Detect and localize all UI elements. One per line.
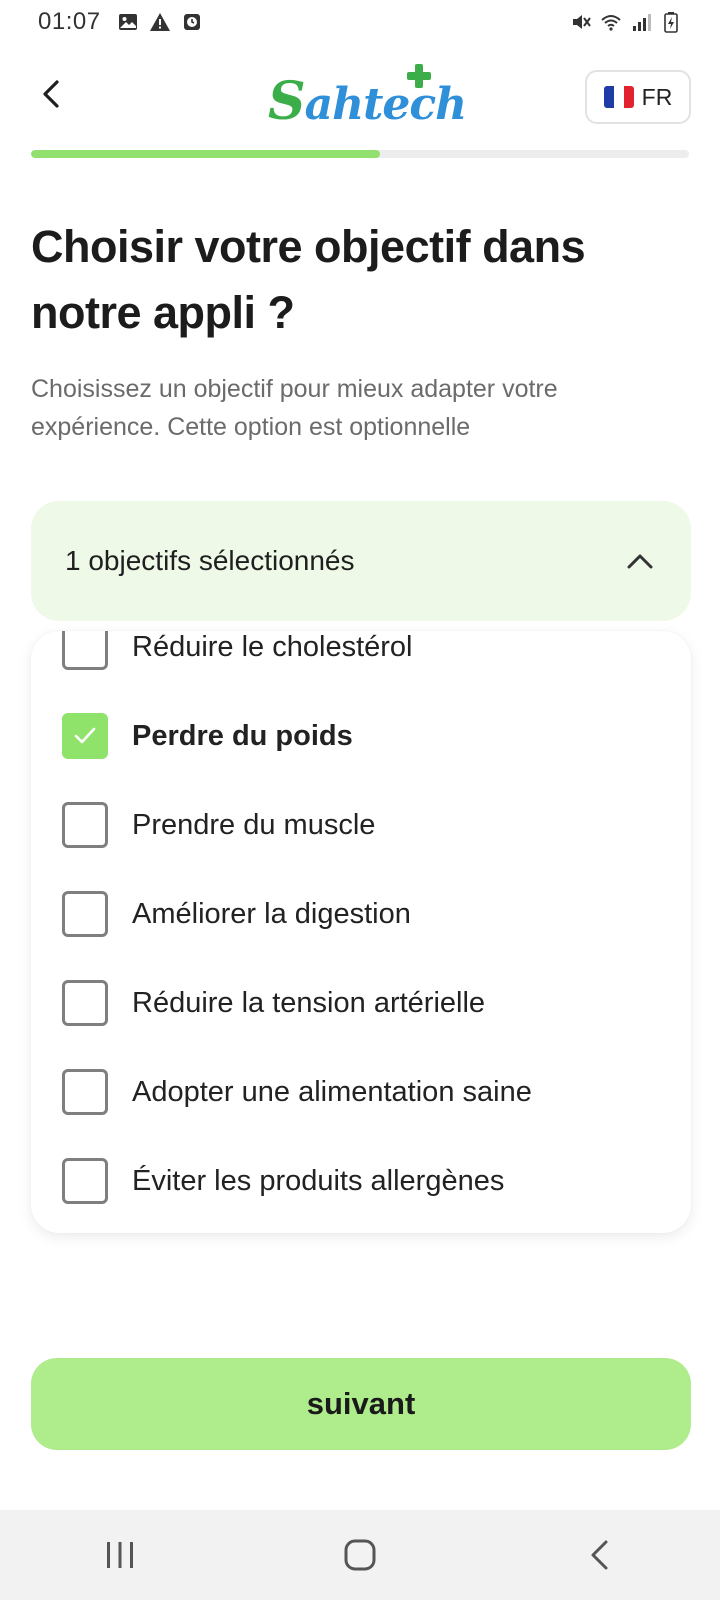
- chevron-up-icon: [627, 554, 653, 569]
- language-code: FR: [641, 83, 673, 110]
- status-bar: 01:07: [0, 0, 720, 44]
- sahtech-logo: Sahtech: [268, 64, 467, 128]
- selected-count-label: 1 objectifs sélectionnés: [65, 545, 355, 576]
- notification-icons: [117, 11, 203, 33]
- option-label: Réduire la tension artérielle: [132, 986, 486, 1019]
- checkmark-icon: [74, 727, 96, 744]
- progress-bar: [31, 150, 689, 158]
- checkbox[interactable]: [62, 891, 108, 937]
- progress-fill: [31, 150, 380, 158]
- recent-apps-icon: [107, 1542, 133, 1568]
- next-button[interactable]: suivant: [31, 1358, 691, 1450]
- option-label: Améliorer la digestion: [132, 897, 411, 930]
- recent-apps-button[interactable]: [75, 1520, 165, 1590]
- status-time: 01:07: [38, 8, 101, 35]
- page-title: Choisir votre objectif dans notre appli …: [31, 221, 586, 338]
- language-selector[interactable]: FR: [585, 70, 691, 124]
- option-reduire-cholesterol[interactable]: Réduire le cholestérol: [31, 631, 691, 692]
- wifi-icon: [601, 15, 621, 31]
- signal-icon: [633, 14, 651, 31]
- option-ameliorer-digestion[interactable]: Améliorer la digestion: [31, 869, 691, 959]
- option-label: Prendre du muscle: [132, 808, 376, 841]
- back-button[interactable]: [28, 70, 76, 118]
- home-icon: [344, 1539, 376, 1571]
- mute-icon: [573, 15, 591, 29]
- france-flag-icon: [603, 86, 634, 108]
- option-alimentation-saine[interactable]: Adopter une alimentation saine: [31, 1047, 691, 1137]
- warning-icon: [149, 13, 170, 31]
- system-navigation-bar: [0, 1510, 720, 1600]
- nav-back-button[interactable]: [555, 1520, 645, 1590]
- app-header: Sahtech FR: [0, 62, 720, 134]
- plus-icon: [407, 64, 431, 88]
- goals-options-list[interactable]: Réduire le cholestérol Perdre du poids P…: [31, 631, 691, 1233]
- home-button[interactable]: [315, 1520, 405, 1590]
- image-icon: [118, 14, 137, 30]
- option-perdre-du-poids[interactable]: Perdre du poids: [31, 691, 691, 781]
- page-subtitle: Choisissez un objectif pour mieux adapte…: [31, 375, 558, 441]
- option-label: Perdre du poids: [132, 719, 353, 752]
- option-reduire-tension[interactable]: Réduire la tension artérielle: [31, 958, 691, 1048]
- checkbox[interactable]: [62, 631, 108, 670]
- status-left: 01:07: [38, 8, 203, 36]
- chevron-left-icon: [43, 80, 59, 108]
- checkbox[interactable]: [62, 1158, 108, 1204]
- logo-wordmark: Sahtech: [268, 71, 467, 132]
- checkbox[interactable]: [62, 980, 108, 1026]
- screen: 01:07 Sahtech FR Choisir votre objectif …: [0, 0, 720, 1600]
- clock-icon: [183, 14, 200, 30]
- checkbox-checked[interactable]: [62, 713, 108, 759]
- option-label: Réduire le cholestérol: [132, 631, 413, 663]
- back-icon: [591, 1540, 608, 1570]
- checkbox[interactable]: [62, 802, 108, 848]
- option-eviter-allergenes[interactable]: Éviter les produits allergènes: [31, 1136, 691, 1226]
- system-icons: [570, 11, 682, 33]
- option-label: Éviter les produits allergènes: [132, 1164, 505, 1197]
- option-prendre-du-muscle[interactable]: Prendre du muscle: [31, 780, 691, 870]
- checkbox[interactable]: [62, 1069, 108, 1115]
- battery-icon: [664, 12, 678, 33]
- option-label: Adopter une alimentation saine: [132, 1075, 532, 1108]
- goals-dropdown-toggle[interactable]: 1 objectifs sélectionnés: [31, 501, 691, 621]
